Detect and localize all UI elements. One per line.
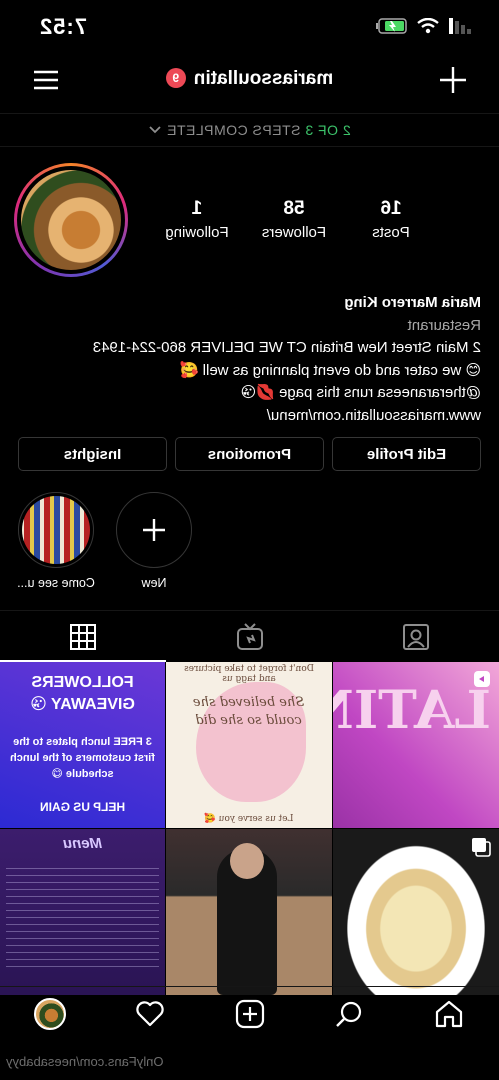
post-text: Don't forget to take pictures and tagg u… <box>184 664 314 684</box>
stat-label: Followers <box>261 224 327 241</box>
steps-complete-banner[interactable]: 2 OF 3 STEPS COMPLETE <box>0 113 499 147</box>
new-highlight[interactable]: New <box>114 492 194 590</box>
post-title: Menu <box>62 835 103 852</box>
highlight-item[interactable]: Come see u... <box>16 492 96 590</box>
post-thumbnail[interactable]: Menu <box>0 829 165 995</box>
grid-icon <box>70 623 97 650</box>
profile-avatar[interactable] <box>14 163 128 277</box>
story-highlights: Come see u... New <box>0 492 499 592</box>
username: mariassoullatin <box>193 68 334 89</box>
person-face <box>230 843 264 879</box>
search-icon <box>336 1001 362 1027</box>
steps-label: STEPS COMPLETE <box>166 122 301 138</box>
menu-icon[interactable] <box>30 64 62 96</box>
notification-badge: 9 <box>165 68 186 88</box>
post-thumbnail[interactable]: LATIN <box>333 662 499 828</box>
stat-posts[interactable]: 16 Posts <box>343 198 439 241</box>
menu-text-lines <box>6 862 159 972</box>
profile-tabs <box>0 610 499 662</box>
profile-name: Maria Marrero King <box>344 294 481 311</box>
post-title: FOLLOWERS GIVEAWAY 😘 <box>30 674 135 713</box>
post-text: Let us serve you 🥰 <box>204 814 294 824</box>
home-icon <box>436 1000 463 1027</box>
stat-value: 1 <box>191 198 203 219</box>
tagged-icon <box>402 623 429 650</box>
status-icons <box>375 18 471 34</box>
signal-icon <box>449 18 471 34</box>
mirrored-screen: 7:52 mariassoullatin 9 2 OF 3 STEPS COMPL… <box>0 0 499 1080</box>
bottom-navigation <box>0 986 499 1040</box>
highlight-label: New <box>141 576 167 590</box>
stat-followers[interactable]: 58 Followers <box>246 198 342 241</box>
tab-grid[interactable] <box>0 611 166 662</box>
watermark-text: OnlyFans.com/neesababyy <box>6 1054 164 1069</box>
profile-category: Restaurant <box>407 316 481 334</box>
bio-line: 😊 we cater and do event planning as well… <box>179 361 481 379</box>
steps-done: 2 OF <box>317 122 351 138</box>
add-post-icon <box>235 999 264 1028</box>
avatar-food-photo <box>21 170 121 270</box>
new-post-icon[interactable] <box>437 64 469 96</box>
plus-icon <box>143 519 165 541</box>
profile-avatar-small <box>33 997 66 1030</box>
nav-new-post[interactable] <box>230 994 270 1034</box>
stat-label: Following <box>165 224 229 241</box>
username-header[interactable]: mariassoullatin 9 <box>0 68 499 90</box>
nav-activity[interactable] <box>130 994 170 1034</box>
post-thumbnail[interactable]: Don't forget to take pictures and tagg u… <box>166 662 332 828</box>
tv-icon <box>236 622 263 650</box>
steps-total: 3 <box>304 122 314 138</box>
tab-igtv[interactable] <box>166 611 332 662</box>
wifi-icon <box>417 18 439 34</box>
post-thumbnail[interactable] <box>166 829 332 995</box>
tab-tagged[interactable] <box>333 611 499 662</box>
nav-home[interactable] <box>429 994 469 1034</box>
post-text: LATIN <box>333 680 491 741</box>
post-quote: She believed she could so she did <box>192 695 305 728</box>
heart-icon <box>136 1000 164 1026</box>
post-thumbnail[interactable]: FOLLOWERS GIVEAWAY 😘 3 FREE lunch plates… <box>0 662 165 828</box>
battery-icon <box>376 18 407 34</box>
profile-action-buttons: Edit Profile Promotions Insights <box>18 437 481 471</box>
highlight-cover <box>22 496 90 564</box>
profile-stats: 16 Posts 58 Followers 1 Following <box>149 198 439 241</box>
post-thumbnail[interactable] <box>333 829 499 995</box>
edit-profile-button[interactable]: Edit Profile <box>332 437 481 471</box>
multiple-photos-icon <box>472 838 491 857</box>
post-text: HELP US GAIN <box>39 800 126 814</box>
nav-profile[interactable] <box>30 994 70 1034</box>
status-time: 7:52 <box>38 14 87 39</box>
reel-icon <box>474 671 490 687</box>
stat-value: 58 <box>283 198 305 219</box>
profile-bio: Maria Marrero King Restaurant 2 Main Str… <box>16 292 481 427</box>
highlight-label: Come see u... <box>17 576 95 590</box>
status-bar: 7:52 <box>0 0 499 52</box>
website-link[interactable]: www.mariassoullatin.com/menu/ <box>16 405 481 428</box>
posts-grid: LATIN Don't forget to take pictures and … <box>0 662 499 995</box>
post-text: 3 FREE lunch plates to the first custome… <box>10 736 155 780</box>
promotions-button[interactable]: Promotions <box>175 437 324 471</box>
nav-search[interactable] <box>329 994 369 1034</box>
insights-button[interactable]: Insights <box>18 437 167 471</box>
bio-line: 2 Main Street New Britain CT WE DELIVER … <box>92 339 481 356</box>
profile-header: mariassoullatin 9 <box>0 56 499 106</box>
stat-label: Posts <box>372 224 410 241</box>
chevron-down-icon <box>149 126 161 134</box>
stat-value: 16 <box>380 198 402 219</box>
bio-line[interactable]: @theraraneesa runs this page 💋😘 <box>16 382 482 405</box>
stat-following[interactable]: 1 Following <box>149 198 245 241</box>
